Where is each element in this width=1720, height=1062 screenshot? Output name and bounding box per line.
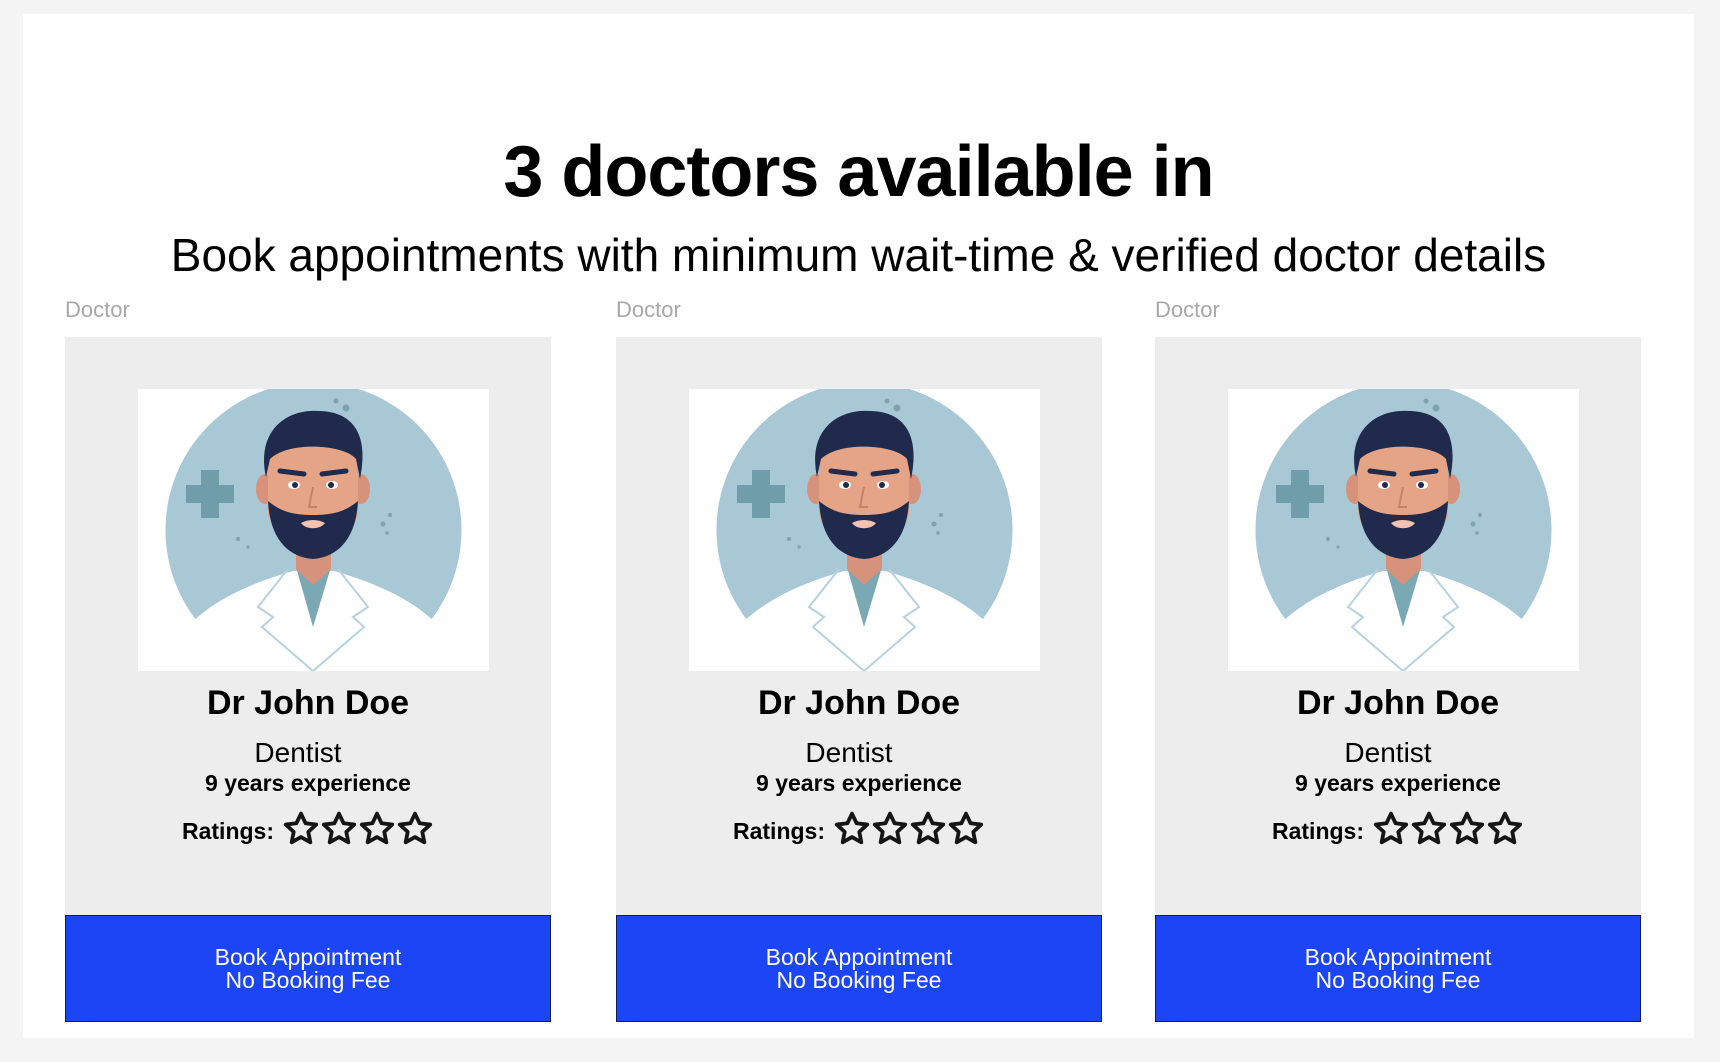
- no-booking-fee-label: No Booking Fee: [1315, 966, 1481, 993]
- star-icon: [396, 810, 434, 848]
- section-label-doctor: Doctor: [65, 297, 130, 322]
- star-icon: [947, 810, 985, 848]
- star-icon: [1448, 810, 1486, 848]
- ratings-row: Ratings:: [65, 811, 551, 851]
- doctor-name: Dr John Doe: [1296, 684, 1500, 722]
- rating-stars: [282, 810, 434, 853]
- star-icon: [1486, 810, 1524, 848]
- ratings-row: Ratings:: [1155, 811, 1641, 851]
- book-appointment-label: Book Appointment: [765, 943, 953, 970]
- star-icon: [358, 810, 396, 848]
- page-subtitle: Book appointments with minimum wait-time…: [170, 229, 1547, 281]
- star-icon: [1410, 810, 1448, 848]
- star-icon: [909, 810, 947, 848]
- book-appointment-button[interactable]: Book Appointment No Booking Fee: [65, 915, 551, 1022]
- doctor-card: Dr John Doe Dentist 9 years experience R…: [616, 337, 1102, 1022]
- ratings-label: Ratings:: [733, 818, 825, 844]
- book-appointment-button[interactable]: Book Appointment No Booking Fee: [616, 915, 1102, 1022]
- main-panel: 3 doctors available in Book appointments…: [23, 14, 1694, 1038]
- section-label-doctor: Doctor: [616, 297, 681, 322]
- doctor-name: Dr John Doe: [757, 684, 961, 722]
- page-title: 3 doctors available in: [503, 132, 1214, 212]
- rating-stars: [1372, 810, 1524, 853]
- rating-stars: [833, 810, 985, 853]
- doctor-experience: 9 years experience: [205, 770, 411, 796]
- star-icon: [1372, 810, 1410, 848]
- doctor-avatar-illustration: [1228, 389, 1579, 671]
- doctor-card: Dr John Doe Dentist 9 years experience R…: [1155, 337, 1641, 1022]
- book-appointment-label: Book Appointment: [1304, 943, 1492, 970]
- doctor-specialty: Dentist: [805, 737, 893, 768]
- doctor-avatar-illustration: [138, 389, 489, 671]
- doctor-experience: 9 years experience: [756, 770, 962, 796]
- no-booking-fee-label: No Booking Fee: [225, 966, 391, 993]
- doctor-card: Dr John Doe Dentist 9 years experience R…: [65, 337, 551, 1022]
- ratings-label: Ratings:: [182, 818, 274, 844]
- doctor-experience: 9 years experience: [1295, 770, 1501, 796]
- doctor-avatar-illustration: [689, 389, 1040, 671]
- ratings-label: Ratings:: [1272, 818, 1364, 844]
- doctor-specialty: Dentist: [1344, 737, 1432, 768]
- star-icon: [320, 810, 358, 848]
- no-booking-fee-label: No Booking Fee: [776, 966, 942, 993]
- ratings-row: Ratings:: [616, 811, 1102, 851]
- section-label-doctor: Doctor: [1155, 297, 1220, 322]
- doctor-name: Dr John Doe: [206, 684, 410, 722]
- doctor-specialty: Dentist: [254, 737, 342, 768]
- star-icon: [282, 810, 320, 848]
- book-appointment-label: Book Appointment: [214, 943, 402, 970]
- book-appointment-button[interactable]: Book Appointment No Booking Fee: [1155, 915, 1641, 1022]
- star-icon: [833, 810, 871, 848]
- star-icon: [871, 810, 909, 848]
